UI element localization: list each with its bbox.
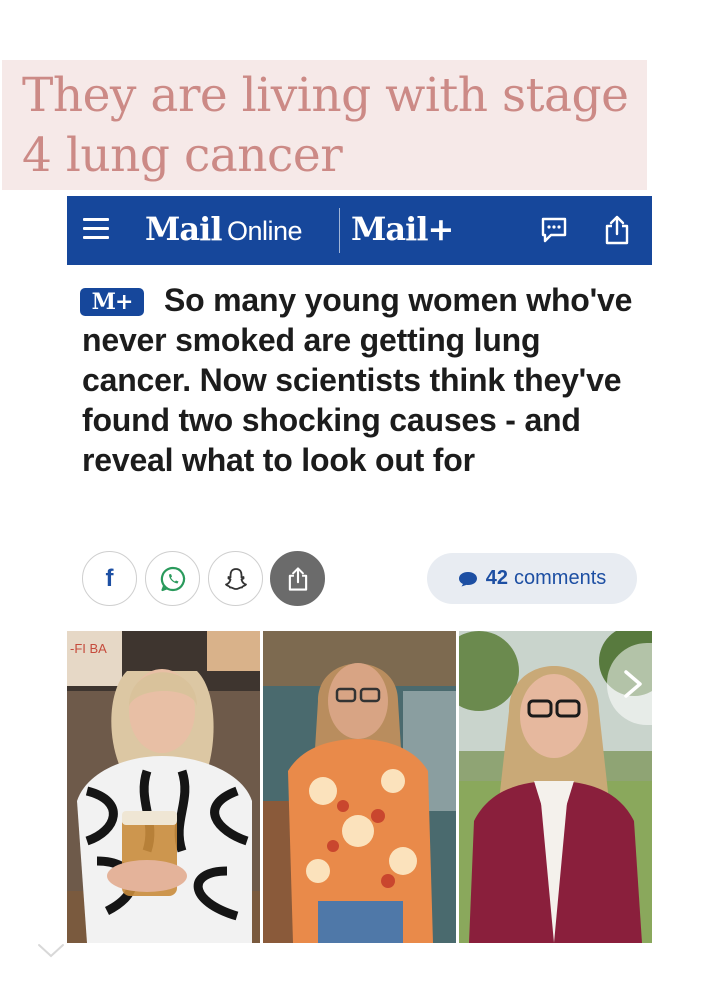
gallery-photo-2[interactable] <box>263 631 456 943</box>
app-header: Mail Online Mail+ <box>67 196 652 265</box>
comment-bubble-icon <box>458 571 477 586</box>
whatsapp-share-button[interactable] <box>145 551 200 606</box>
facebook-icon: f <box>105 564 114 592</box>
bar-sign-text: -FI BA <box>70 641 107 656</box>
comments-label: comments <box>514 567 607 589</box>
share-icon[interactable] <box>601 214 633 246</box>
facebook-share-button[interactable]: f <box>82 551 137 606</box>
logo-mail[interactable]: Mail <box>145 210 222 248</box>
snapchat-share-button[interactable] <box>208 551 263 606</box>
article-headline[interactable]: So many young women who've never smoked … <box>82 280 652 480</box>
gallery-photo-1[interactable]: -FI BA <box>67 631 260 943</box>
share-icon <box>288 566 307 591</box>
comment-icon[interactable] <box>538 214 570 246</box>
chevron-down-icon <box>38 944 64 958</box>
overlay-caption: They are living with stage 4 lung cancer <box>2 60 647 190</box>
snapchat-icon <box>224 567 247 590</box>
generic-share-button[interactable] <box>270 551 325 606</box>
comments-count: 42 <box>485 567 508 589</box>
logo-online[interactable]: Online <box>227 216 303 247</box>
menu-icon[interactable] <box>83 218 109 242</box>
chevron-right-icon <box>624 670 642 698</box>
logo-mailplus[interactable]: Mail+ <box>351 210 454 248</box>
comments-button[interactable]: 42 comments <box>427 553 637 604</box>
whatsapp-icon <box>160 566 185 591</box>
logo-divider <box>339 208 340 253</box>
